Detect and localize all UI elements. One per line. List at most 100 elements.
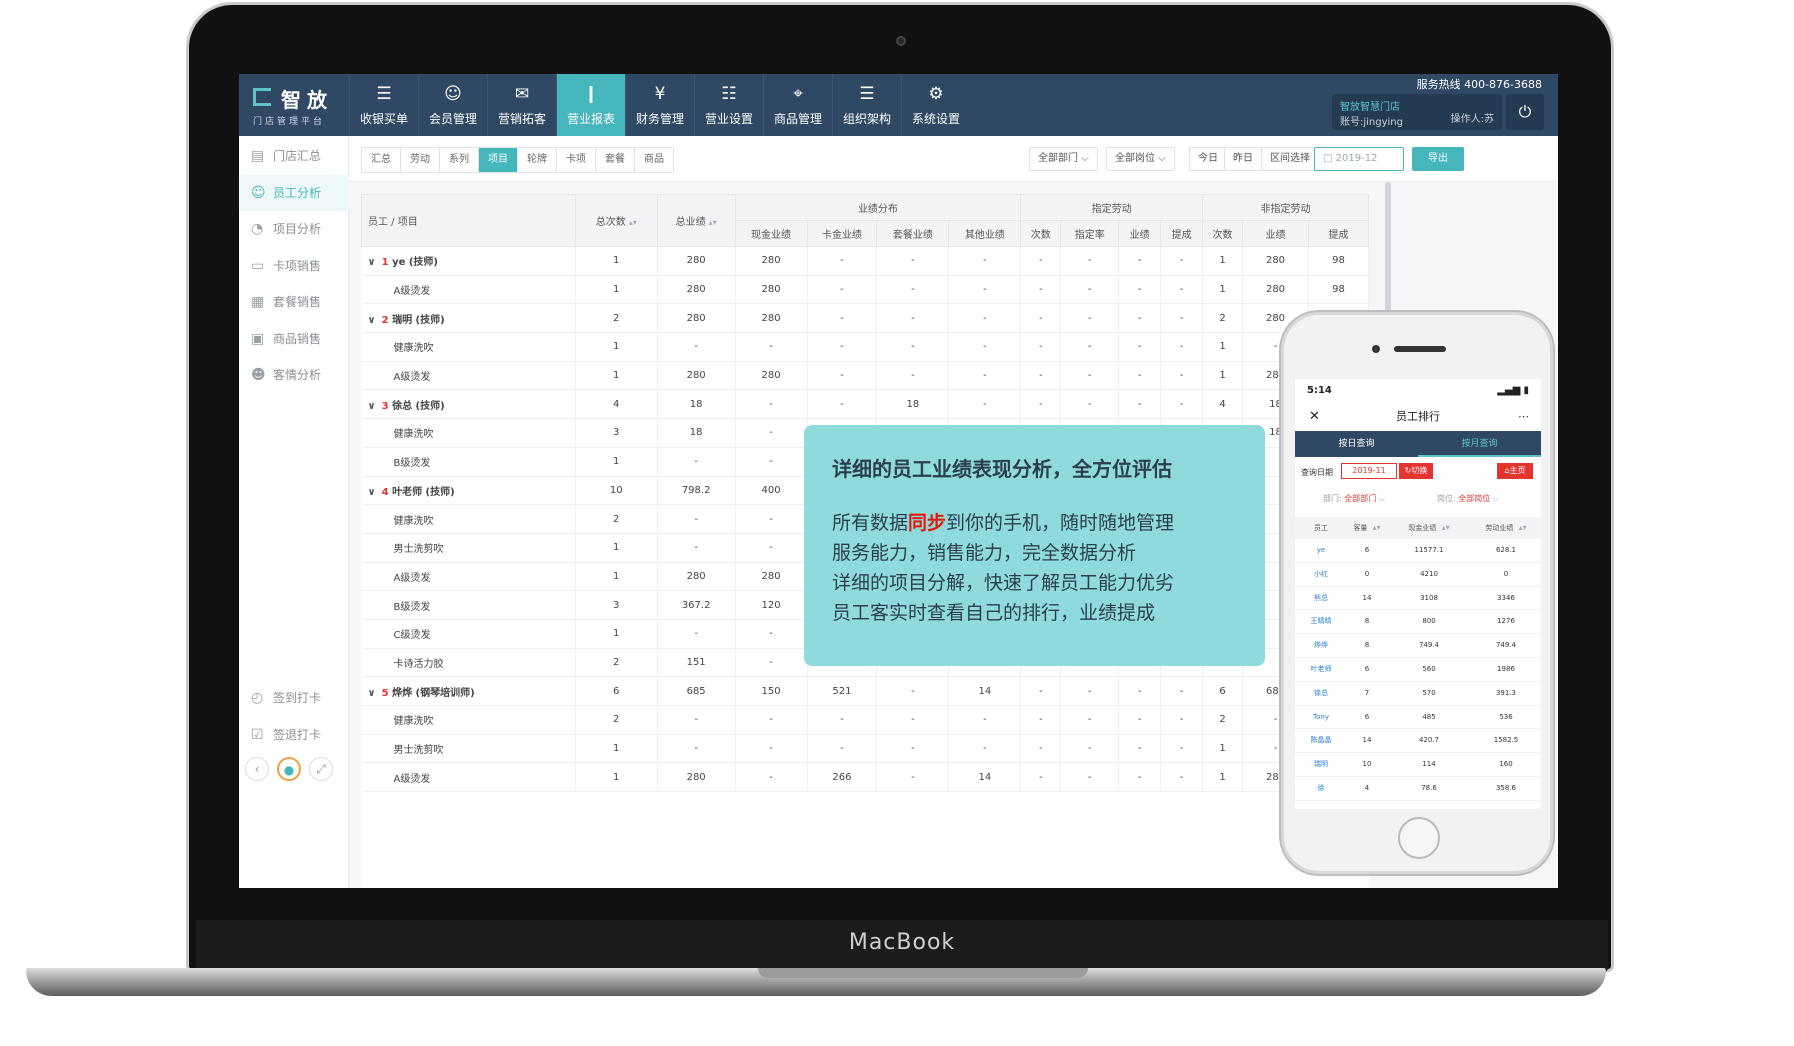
phone-row[interactable]: 瑞明 10 114 160 (1295, 753, 1541, 777)
cell: - (1160, 246, 1204, 276)
cell: 18 (657, 389, 736, 420)
sidebar-item-5[interactable]: ▣ 商品销售 (239, 321, 349, 357)
th-total-perf[interactable]: 总业绩 ▴▾ (656, 194, 736, 247)
phone-cell: 358.6 (1495, 783, 1517, 792)
tab-3[interactable]: 项目 (479, 148, 518, 172)
home-button-hardware[interactable] (1398, 817, 1440, 859)
phone-row[interactable]: Tony 6 485 536 (1295, 706, 1541, 730)
phone-col-head[interactable]: 客量 ▴▾ (1347, 517, 1387, 539)
scrollbar[interactable] (1385, 182, 1391, 322)
nav-item-2[interactable]: ✉ 营销拓客 (487, 74, 556, 136)
tab-2[interactable]: 系列 (440, 148, 479, 172)
chevron-down-icon[interactable]: ∨ (368, 401, 376, 412)
switch-button[interactable]: ↻切换 (1399, 463, 1433, 479)
date-input[interactable]: □ 2019-12 (1314, 147, 1404, 171)
phone-row[interactable]: 陈晶晶 14 420.7 1582.5 (1295, 729, 1541, 754)
post-select[interactable]: 全部岗位 ⌵ (1106, 147, 1175, 171)
cell: - (657, 447, 736, 477)
table-row[interactable]: ∨2 瑞明 (技师)2280280-------2280102 (361, 303, 1369, 334)
th-total-count[interactable]: 总次数 ▴▾ (574, 194, 658, 247)
cell: - (657, 533, 736, 563)
phone-row[interactable]: 烨烨 8 749.4 749.4 (1295, 634, 1541, 658)
yesterday-button[interactable]: 昨日 (1224, 147, 1262, 171)
home-button[interactable]: ⌂主页 (1497, 463, 1533, 479)
table-row[interactable]: ∨ 3 徐总 (技师) 4 18- -18- - - - -4 18 (361, 389, 1369, 420)
cell: - (1118, 361, 1162, 391)
sidebar-item-6[interactable]: ☻ 客情分析 (239, 357, 349, 393)
cell: 685 (657, 676, 736, 706)
table-row[interactable]: 健康洗吹 1- - - - - - - - -1- (361, 332, 1369, 362)
sidebar-bottom-item-0[interactable]: ◴ 签到打卡 (239, 680, 349, 716)
tab-0[interactable]: 汇总 (362, 148, 401, 172)
sidebar-item-1[interactable]: ☺ 员工分析 (239, 174, 349, 211)
row-name: A级烫发 (361, 275, 576, 305)
phone-table-head: 员工 客量 ▴▾ 现金业绩 ▴▾ 劳动业绩 ▴▾ (1295, 517, 1541, 539)
table-row[interactable]: 男士洗剪吹 1- - - - - - - - -1- (361, 734, 1369, 764)
collapse-arrow-icon[interactable]: ‹ (245, 757, 269, 781)
nav-item-8[interactable]: ⚙ 系统设置 (901, 74, 970, 136)
dept-select[interactable]: 全部部门 ⌵ (1029, 147, 1098, 171)
tab-1[interactable]: 劳动 (401, 148, 440, 172)
row-name: 健康洗吹 (361, 332, 576, 362)
sidebar-item-2[interactable]: ◔ 项目分析 (239, 211, 349, 247)
th-name: 员工 / 项目 (361, 194, 576, 247)
phone-cell: 391.3 (1495, 688, 1517, 697)
table-row[interactable]: ∨ 5 烨烨 (钢琴培训师) 6 685 150 521-14- - - -6 685 (361, 676, 1369, 706)
phone-row[interactable]: 小红 0 4210 0 (1295, 563, 1541, 587)
table-row[interactable]: A级烫发 1 280-266-14- - - -1 280 (361, 762, 1369, 793)
phone-row[interactable]: 徐 4 78.6 358.6 (1295, 777, 1541, 801)
nav-item-6[interactable]: ⌖ 商品管理 (763, 74, 832, 136)
dept-filter[interactable]: 部门: 全部部门 ⌵ (1323, 493, 1385, 504)
cell: - (948, 734, 1022, 764)
nav-item-label: 会员管理 (428, 112, 477, 126)
nav-item-7[interactable]: ☰ 组织架构 (832, 74, 901, 136)
more-icon[interactable]: ⋯ (1518, 403, 1529, 431)
phone-cell: 3346 (1497, 593, 1515, 602)
phone-row[interactable]: 叶老师 6 560 1986 (1295, 658, 1541, 682)
phone-row[interactable]: 熊总 14 3108 3346 (1295, 587, 1541, 611)
range-button[interactable]: 区间选择 (1261, 147, 1319, 171)
sidebar-item-3[interactable]: ▭ 卡项销售 (239, 248, 349, 284)
sidebar-item-0[interactable]: ▤ 门店汇总 (239, 138, 349, 174)
logo[interactable]: 智放 门店管理平台 (239, 74, 349, 136)
tab-by-day[interactable]: 按日查询 (1295, 431, 1418, 457)
tab-by-month[interactable]: 按月查询 (1418, 431, 1541, 457)
chevron-down-icon[interactable]: ∨ (368, 257, 376, 268)
tab-7[interactable]: 商品 (635, 148, 673, 172)
chevron-down-icon[interactable]: ∨ (368, 487, 376, 498)
table-row[interactable]: A级烫发 1 280 280- - - - - - -1 280 98 (361, 275, 1369, 305)
tab-4[interactable]: 轮牌 (518, 148, 557, 172)
phone-col-head[interactable]: 员工 (1295, 517, 1347, 539)
table-row[interactable]: ∨ 1 ye (技师) 1 280 280- - - - - - -1 280 98 (361, 246, 1369, 276)
nav-item-5[interactable]: ☷ 营业设置 (694, 74, 763, 136)
phone-col-head[interactable]: 劳动业绩 ▴▾ (1471, 517, 1541, 539)
nav-item-3[interactable]: ❙ 营业报表 (556, 74, 625, 136)
post-filter[interactable]: 岗位: 全部岗位 ⌵ (1437, 493, 1499, 504)
table-row[interactable]: A级烫发 1 280 280- - - - - - -1 280 (361, 361, 1369, 391)
phone-row[interactable]: 徐总 7 570 391.3 (1295, 682, 1541, 706)
nav-item-0[interactable]: ☰ 收银买单 (349, 74, 418, 136)
store-panel[interactable]: 智放智慧门店 账号:jingying 操作人:苏 (1332, 94, 1502, 130)
chevron-down-icon[interactable]: ∨ (368, 315, 376, 326)
export-button[interactable]: 导出 (1412, 147, 1464, 171)
close-icon[interactable]: ✕ (1309, 403, 1320, 431)
report-tabs: 汇总 劳动 系列 项目 轮牌 卡项 套餐 商品 (361, 147, 674, 173)
phone-row[interactable]: 王晴晴 8 800 1276 (1295, 610, 1541, 635)
expand-icon[interactable]: ⤢ (309, 757, 333, 781)
table-row[interactable]: 健康洗吹 2- - - - - - - - -2- (361, 705, 1369, 735)
theme-icon[interactable]: ● (277, 757, 301, 781)
row-name: B级烫发 (361, 590, 576, 620)
nav-item-4[interactable]: ¥ 财务管理 (625, 74, 694, 136)
query-date[interactable]: 2019-11 (1341, 463, 1397, 479)
sidebar-item-4[interactable]: ▦ 套餐销售 (239, 284, 349, 320)
sidebar-bottom-item-1[interactable]: ☑ 签退打卡 (239, 717, 349, 753)
nav-item-1[interactable]: ☺ 会员管理 (418, 74, 487, 136)
today-button[interactable]: 今日 (1189, 147, 1227, 171)
tab-6[interactable]: 套餐 (596, 148, 635, 172)
cell: 521 (807, 676, 878, 706)
phone-col-head[interactable]: 现金业绩 ▴▾ (1387, 517, 1471, 539)
tab-5[interactable]: 卡项 (557, 148, 596, 172)
logout-icon[interactable]: ⏻ (1506, 94, 1544, 130)
chevron-down-icon[interactable]: ∨ (368, 688, 376, 699)
phone-row[interactable]: ye 6 11577.1 628.1 (1295, 539, 1541, 563)
